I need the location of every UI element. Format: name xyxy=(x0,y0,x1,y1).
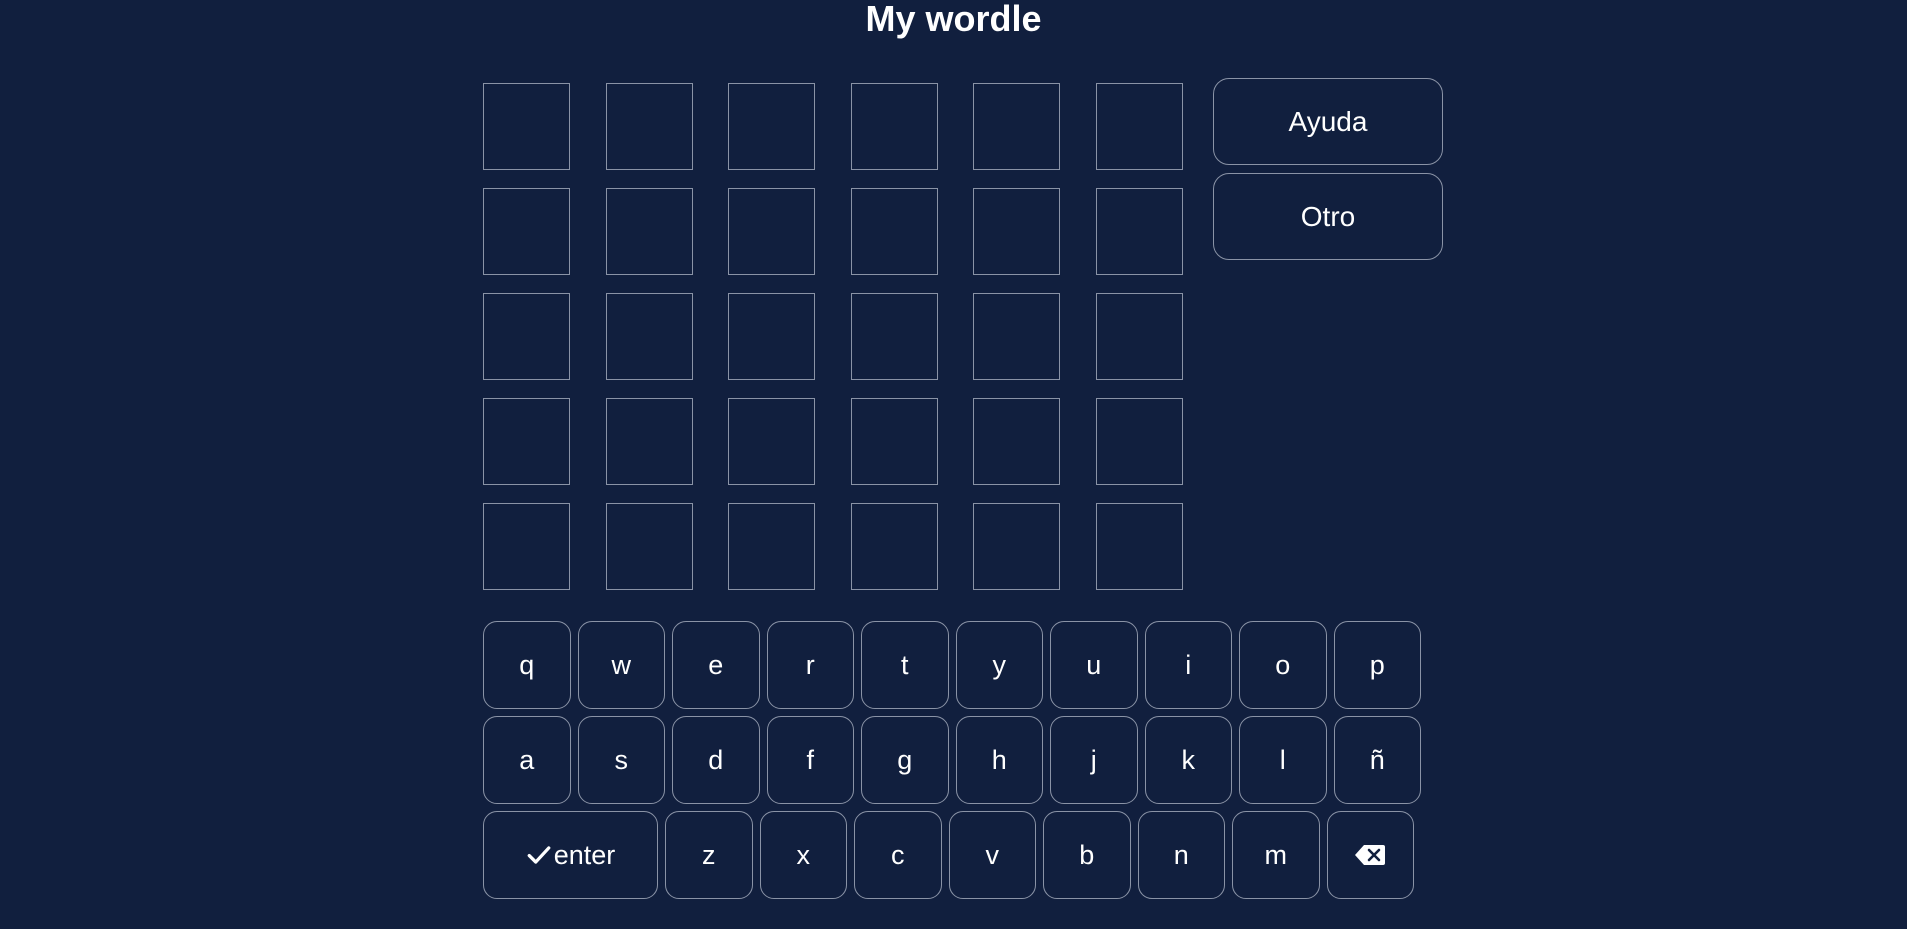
page-title: My wordle xyxy=(865,0,1042,39)
keyboard-row-1: q w e r t y u i o p xyxy=(483,621,1421,709)
key-z[interactable]: z xyxy=(665,811,753,899)
enter-key-label: enter xyxy=(553,839,616,870)
tile xyxy=(483,398,570,485)
key-g[interactable]: g xyxy=(861,716,949,804)
tile xyxy=(1095,83,1183,170)
key-w[interactable]: w xyxy=(577,621,665,709)
key-a[interactable]: a xyxy=(483,716,571,804)
keyboard-row-3: enter z x c v b n m xyxy=(483,811,1421,899)
tile xyxy=(1095,398,1183,485)
key-h[interactable]: h xyxy=(955,716,1043,804)
tile xyxy=(483,503,570,590)
tile xyxy=(728,188,815,275)
key-c[interactable]: c xyxy=(854,811,942,899)
tile xyxy=(850,293,938,380)
tile xyxy=(605,398,693,485)
tile xyxy=(973,83,1060,170)
tile xyxy=(850,188,938,275)
key-p[interactable]: p xyxy=(1333,621,1421,709)
key-v[interactable]: v xyxy=(948,811,1036,899)
tile xyxy=(483,188,570,275)
key-j[interactable]: j xyxy=(1050,716,1138,804)
check-icon xyxy=(527,846,551,864)
tile xyxy=(973,293,1060,380)
tile xyxy=(850,503,938,590)
key-s[interactable]: s xyxy=(577,716,665,804)
key-q[interactable]: q xyxy=(483,621,571,709)
wordle-page: My wordle Ayuda Otro q w e r t y u i o p… xyxy=(0,0,1907,929)
key-x[interactable]: x xyxy=(759,811,847,899)
key-l[interactable]: l xyxy=(1239,716,1327,804)
tile xyxy=(973,188,1060,275)
key-k[interactable]: k xyxy=(1144,716,1232,804)
game-board xyxy=(483,83,1183,590)
tile xyxy=(728,83,815,170)
tile xyxy=(483,83,570,170)
key-i[interactable]: i xyxy=(1144,621,1232,709)
key-o[interactable]: o xyxy=(1239,621,1327,709)
key-y[interactable]: y xyxy=(955,621,1043,709)
other-word-button[interactable]: Otro xyxy=(1213,173,1443,260)
key-e[interactable]: e xyxy=(672,621,760,709)
tile xyxy=(483,293,570,380)
help-button[interactable]: Ayuda xyxy=(1213,78,1443,165)
on-screen-keyboard: q w e r t y u i o p a s d f g h j k l ñ xyxy=(483,621,1421,899)
enter-key[interactable]: enter xyxy=(483,811,658,899)
tile xyxy=(605,503,693,590)
tile xyxy=(850,83,938,170)
tile xyxy=(973,503,1060,590)
tile xyxy=(1095,188,1183,275)
key-f[interactable]: f xyxy=(766,716,854,804)
key-r[interactable]: r xyxy=(766,621,854,709)
key-t[interactable]: t xyxy=(861,621,949,709)
backspace-key[interactable] xyxy=(1326,811,1414,899)
tile xyxy=(605,293,693,380)
key-n[interactable]: n xyxy=(1137,811,1225,899)
key-d[interactable]: d xyxy=(672,716,760,804)
key-m[interactable]: m xyxy=(1232,811,1320,899)
tile xyxy=(605,83,693,170)
tile xyxy=(973,398,1060,485)
keyboard-row-2: a s d f g h j k l ñ xyxy=(483,716,1421,804)
key-b[interactable]: b xyxy=(1043,811,1131,899)
tile xyxy=(728,503,815,590)
tile xyxy=(1095,503,1183,590)
key-enye[interactable]: ñ xyxy=(1333,716,1421,804)
backspace-icon xyxy=(1355,845,1386,865)
side-buttons: Ayuda Otro xyxy=(1213,78,1443,260)
tile xyxy=(605,188,693,275)
tile xyxy=(728,398,815,485)
tile xyxy=(850,398,938,485)
tile xyxy=(728,293,815,380)
tile xyxy=(1095,293,1183,380)
key-u[interactable]: u xyxy=(1050,621,1138,709)
